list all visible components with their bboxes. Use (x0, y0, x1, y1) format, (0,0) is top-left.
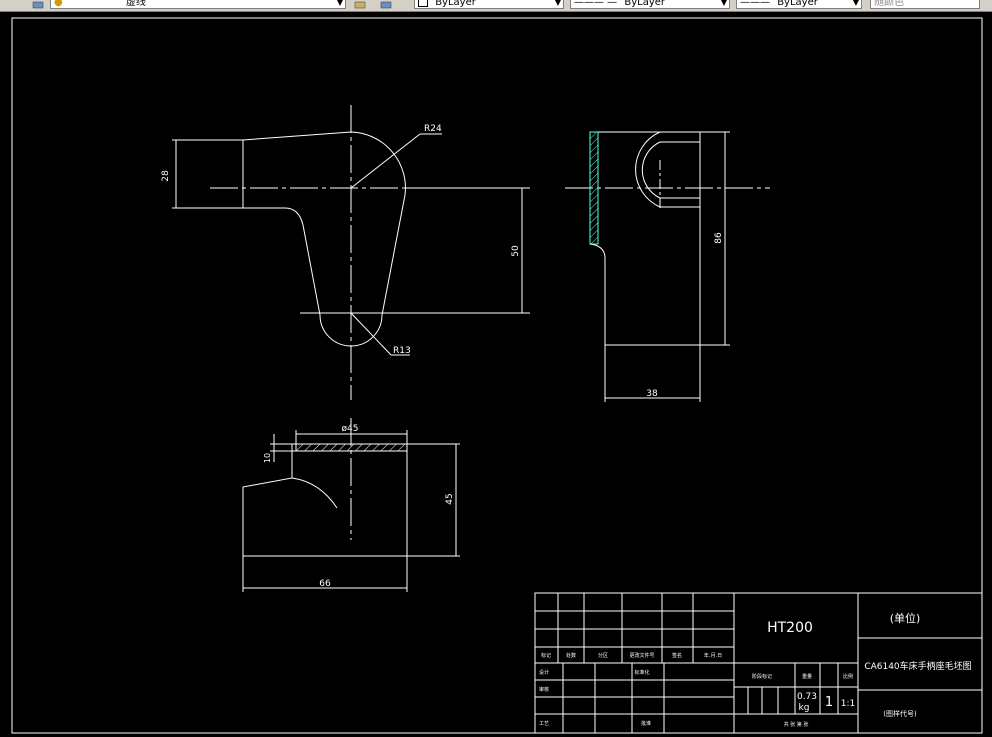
top-view (242, 418, 460, 592)
qty-text: 1 (825, 695, 833, 710)
drawing-frame (11, 17, 983, 734)
lightbulb-icon: ● (54, 0, 63, 8)
scale-label: 比例 (843, 673, 853, 680)
drawing-name-text: CA6140车床手柄座毛坯图 (864, 660, 971, 672)
header-mark: 标记 (541, 652, 551, 659)
chevron-down-icon: ▼ (720, 0, 727, 7)
top-hatch (295, 443, 408, 452)
weight-unit-text: kg (799, 703, 810, 713)
r24-leader (350, 133, 421, 189)
header-change: 更改文件号 (629, 652, 654, 659)
chevron-down-icon: ▼ (852, 0, 859, 7)
lineweight-dropdown[interactable]: ——— ByLayer ▼ (736, 0, 862, 9)
side-view-outline (589, 131, 701, 346)
side-view (565, 131, 770, 402)
drawing-code-text: (图样代号) (883, 709, 917, 718)
color-swatch-icon (418, 0, 428, 7)
stage-label: 阶段标记 (752, 673, 772, 680)
layer-dropdown[interactable]: ● 虚线 ▼ (50, 0, 346, 9)
header-zone: 分区 (598, 652, 608, 659)
check-label: 审核 (539, 686, 549, 693)
approve-label: 批准 (641, 720, 651, 727)
linetype-dropdown[interactable]: ——— — ByLayer ▼ (570, 0, 730, 9)
top-curve (291, 477, 338, 509)
dim-28-text: 28 (161, 170, 171, 182)
drawing-canvas[interactable]: 28 R24 50 R13 86 38 ø45 10 45 66 HT200 (… (0, 12, 992, 737)
unit-text: (单位) (890, 611, 921, 625)
chevron-down-icon: ▼ (336, 0, 343, 7)
linetype-label: ByLayer (624, 0, 666, 8)
dim-45-text: 45 (445, 493, 455, 504)
header-count: 处数 (566, 652, 576, 659)
side-hatch-strip (589, 131, 599, 245)
toolbar: ● 虚线 ▼ ByLayer ▼ ——— — ByLayer ▼ ——— ByL… (0, 0, 992, 12)
dim-10-text: 10 (263, 453, 272, 463)
dim-r24-text: R24 (424, 124, 442, 134)
plotstyle-dropdown[interactable]: 随颜色 (870, 0, 980, 9)
dim-50-text: 50 (511, 245, 521, 257)
layer-name: 虚线 (125, 0, 146, 8)
dim-r13-text: R13 (393, 346, 411, 356)
color-label: ByLayer (435, 0, 476, 8)
dim-86-text: 86 (714, 232, 724, 244)
linetype-sample-icon: ——— — (574, 0, 618, 8)
dim-phi45-text: ø45 (342, 424, 359, 434)
material-text: HT200 (767, 620, 813, 636)
plotstyle-label: 随颜色 (874, 0, 904, 8)
header-date: 年.月.日 (704, 652, 722, 659)
dim-38-text: 38 (646, 389, 658, 399)
r13-leader (350, 312, 392, 356)
sheets-label: 共 张 第 张 (784, 721, 809, 728)
color-dropdown[interactable]: ByLayer ▼ (414, 0, 564, 9)
header-sign: 签名 (672, 652, 682, 659)
weight-label: 重量 (802, 673, 812, 680)
weight-value-text: 0.73 (797, 692, 817, 702)
make-layer-current-icon[interactable] (354, 0, 366, 9)
design-label: 设计 (539, 669, 549, 676)
scale-text: 1:1 (841, 699, 855, 709)
lineweight-label: ByLayer (777, 0, 818, 8)
slot-inner (641, 141, 700, 199)
process-label: 工艺 (539, 721, 549, 727)
slot-outer (635, 131, 700, 208)
layer-manager-icon[interactable] (32, 0, 44, 9)
layer-previous-icon[interactable] (380, 0, 392, 9)
dim-66-text: 66 (319, 579, 331, 589)
standard-label: 标准化 (634, 669, 649, 676)
front-view (172, 105, 530, 400)
chevron-down-icon: ▼ (554, 0, 561, 7)
lineweight-sample-icon: ——— (740, 0, 770, 8)
